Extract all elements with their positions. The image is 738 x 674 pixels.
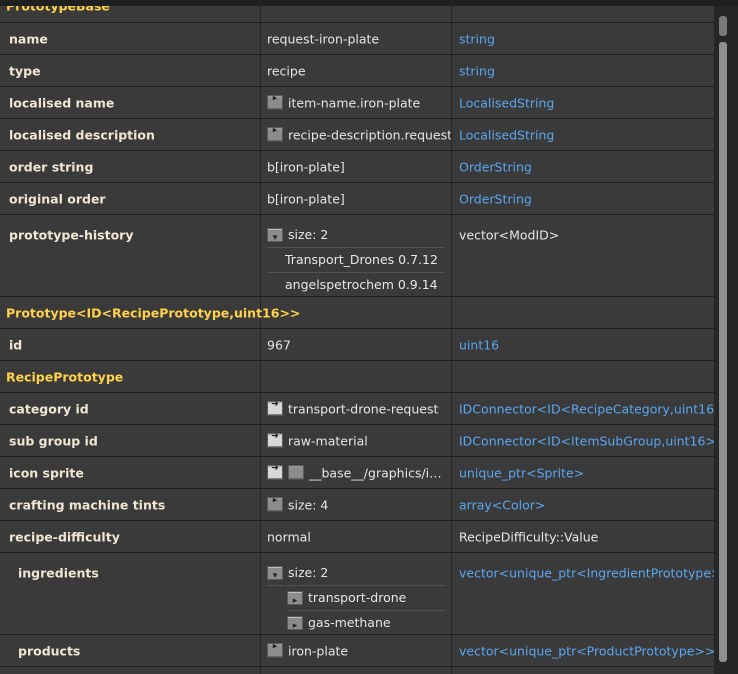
property-key: recipe-difficulty: [9, 529, 120, 544]
arrow-right-icon[interactable]: ➜: [267, 399, 283, 416]
section-title: Prototype<ID<RecipePrototype,uint16>>: [6, 305, 301, 320]
expand-button-icon[interactable]: ▸: [287, 590, 303, 606]
row-prototype-history[interactable]: prototype-history ▾ size: 2 Transport_Dro…: [0, 215, 714, 297]
section-title: RecipePrototype: [6, 369, 124, 384]
expand-button-icon[interactable]: ▸: [267, 495, 283, 512]
property-key: sub group id: [9, 433, 98, 448]
property-key: localised name: [9, 95, 115, 110]
property-value: __base__/graphics/i…: [309, 464, 442, 480]
property-type: string: [459, 63, 495, 78]
row-category-id[interactable]: category id ➜ transport-drone-request IDC…: [0, 393, 735, 425]
arrow-right-icon[interactable]: ➜: [267, 463, 283, 480]
property-key: products: [18, 643, 81, 658]
row-partial: [0, 667, 714, 674]
property-key: category id: [9, 401, 89, 416]
property-key: original order: [9, 191, 106, 206]
property-key: ingredients: [18, 565, 99, 581]
list-item: angelspetrochem 0.9.14: [285, 277, 438, 292]
collapse-triangle-icon[interactable]: ▾: [267, 565, 283, 581]
sprite-preview-icon[interactable]: [288, 465, 304, 480]
property-value: 967: [267, 337, 291, 352]
row-localised-name[interactable]: localised name ▸ item-name.iron-plate Loc…: [0, 87, 714, 119]
property-key: prototype-history: [9, 227, 134, 243]
property-value: request-iron-plate: [267, 31, 380, 46]
row-recipe-difficulty[interactable]: recipe-difficulty normal RecipeDifficult…: [0, 521, 714, 553]
property-type: OrderString: [459, 191, 532, 206]
property-value: b[iron-plate]: [267, 191, 345, 206]
property-value: normal: [267, 529, 311, 544]
row-ingredients[interactable]: ingredients ▾ size: 2 ▸ transport-drone ▸ g…: [0, 553, 732, 635]
property-key: id: [9, 337, 23, 352]
history-list: ▾ size: 2 Transport_Drones 0.7.12 angelsp…: [267, 223, 445, 297]
property-type: IDConnector<ID<RecipeCategory,uint16>>: [459, 401, 735, 416]
expand-button-icon[interactable]: ▸: [267, 641, 283, 658]
property-type: vector<ModID>: [459, 227, 560, 243]
section-prototype-id: Prototype<ID<RecipePrototype,uint16>>: [0, 297, 714, 329]
list-item[interactable]: ▸ transport-drone: [287, 586, 445, 611]
expand-button-icon[interactable]: ▸: [267, 93, 283, 110]
property-inspector: PrototypeBase name request-iron-plate st…: [0, 0, 738, 674]
property-key: crafting machine tints: [9, 497, 166, 512]
window-top-edge: [0, 0, 738, 6]
property-value: iron-plate: [288, 642, 349, 658]
property-type: LocalisedString: [459, 127, 555, 142]
collapse-triangle-icon[interactable]: ▾: [267, 227, 283, 243]
property-type: OrderString: [459, 159, 532, 174]
property-value: item-name.iron-plate: [288, 94, 421, 110]
row-name[interactable]: name request-iron-plate string: [0, 23, 714, 55]
expand-button-icon[interactable]: ▸: [287, 615, 303, 631]
property-value: b[iron-plate]: [267, 159, 345, 174]
property-type: array<Color>: [459, 497, 546, 512]
row-original-order[interactable]: original order b[iron-plate] OrderString: [0, 183, 714, 215]
list-size: size: 2: [288, 227, 329, 242]
arrow-right-icon[interactable]: ➜: [267, 431, 283, 448]
property-key: type: [9, 63, 41, 78]
property-type: unique_ptr<Sprite>: [459, 465, 585, 480]
property-value: transport-drone-request: [288, 400, 439, 416]
property-value: size: 4: [288, 496, 329, 512]
vertical-scrollbar[interactable]: [714, 6, 738, 674]
section-recipe-prototype: RecipePrototype: [0, 361, 714, 393]
property-type: RecipeDifficulty::Value: [459, 529, 599, 544]
ingredients-list: ▾ size: 2 ▸ transport-drone ▸ gas-methane: [267, 561, 445, 635]
property-type: IDConnector<ID<ItemSubGroup,uint16>>: [459, 433, 727, 448]
scrollbar-cap: [719, 16, 727, 36]
property-type: string: [459, 31, 495, 46]
row-sub-group-id[interactable]: sub group id ➜ raw-material IDConnector<I…: [0, 425, 726, 457]
property-key: order string: [9, 159, 94, 174]
list-item: Transport_Drones 0.7.12: [267, 248, 445, 273]
row-localised-description[interactable]: localised description ▸ recipe-descriptio…: [0, 119, 714, 151]
expand-button-icon[interactable]: ▸: [267, 125, 283, 142]
property-key: icon sprite: [9, 465, 84, 480]
property-key: name: [9, 31, 48, 46]
scrollbar-thumb[interactable]: [719, 42, 727, 662]
property-type: vector<unique_ptr<IngredientPrototype>>: [459, 565, 732, 581]
property-type: vector<unique_ptr<ProductPrototype>>: [459, 643, 716, 658]
property-value: recipe: [267, 63, 306, 78]
row-icon-sprite[interactable]: icon sprite ➜ __base__/graphics/i… unique…: [0, 457, 714, 489]
list-size: size: 2: [288, 565, 329, 580]
row-order-string[interactable]: order string b[iron-plate] OrderString: [0, 151, 714, 183]
list-item[interactable]: ▸ gas-methane: [287, 611, 445, 635]
row-crafting-machine-tints[interactable]: crafting machine tints ▸ size: 4 array<Co…: [0, 489, 714, 521]
property-type: LocalisedString: [459, 95, 555, 110]
property-value: recipe-description.request…: [288, 126, 452, 142]
property-type: uint16: [459, 337, 500, 352]
row-type[interactable]: type recipe string: [0, 55, 714, 87]
property-value: raw-material: [288, 432, 368, 448]
property-key: localised description: [9, 127, 155, 142]
row-id[interactable]: id 967 uint16: [0, 329, 714, 361]
property-table: PrototypeBase name request-iron-plate st…: [0, 0, 735, 674]
row-products[interactable]: products ▸ iron-plate vector<unique_ptr<P…: [0, 635, 716, 667]
